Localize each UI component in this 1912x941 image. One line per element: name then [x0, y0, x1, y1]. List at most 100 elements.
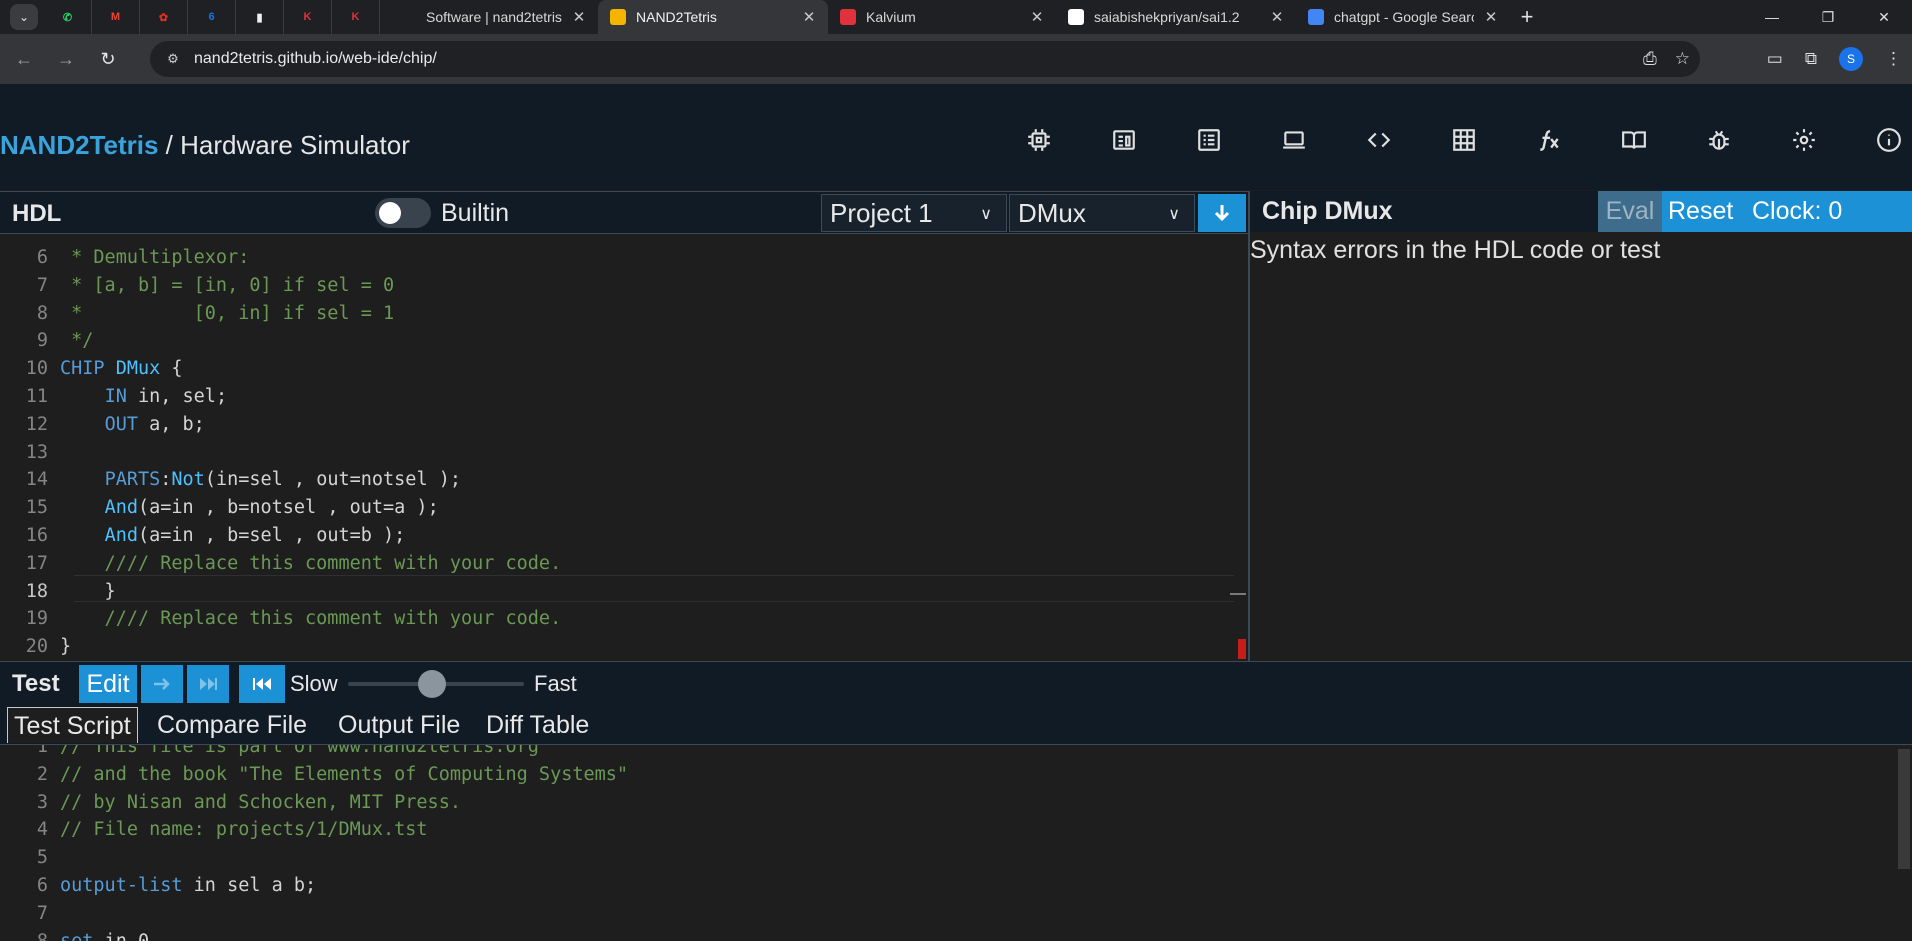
- url-text[interactable]: nand2tetris.github.io/web-ide/chip/: [194, 50, 437, 68]
- grid-tool-button[interactable]: [1421, 120, 1506, 160]
- brand-link[interactable]: NAND2Tetris: [0, 130, 158, 160]
- line-number: 10: [25, 358, 48, 380]
- close-tab-icon[interactable]: ✕: [1028, 8, 1046, 26]
- minimize-icon[interactable]: —: [1744, 0, 1800, 34]
- edit-button[interactable]: Edit: [79, 665, 137, 703]
- code-token: // by Nisan and Schocken, MIT Press.: [60, 791, 461, 813]
- browser-tab-title: NAND2Tetris: [636, 9, 717, 25]
- new-tab-button[interactable]: +: [1510, 4, 1544, 30]
- function-tool-button[interactable]: [1506, 120, 1591, 160]
- site-settings-icon[interactable]: ⚙: [158, 51, 188, 67]
- code-line: 6 * Demultiplexor:: [0, 244, 1248, 271]
- chip-select[interactable]: DMux ∨: [1009, 194, 1195, 232]
- code-line: 8 * [0, in] if sel = 1: [0, 300, 1248, 327]
- list-tool-button[interactable]: [1166, 120, 1251, 160]
- code-tool-button[interactable]: [1336, 120, 1421, 160]
- extensions-icon[interactable]: ⧉: [1805, 49, 1817, 69]
- tab-search-button[interactable]: ⌄: [10, 4, 38, 30]
- pinned-tab[interactable]: K: [284, 0, 332, 34]
- code-token: * Demultiplexor:: [60, 247, 250, 268]
- tab-test-script[interactable]: Test Script: [7, 707, 138, 743]
- profile-avatar[interactable]: S: [1839, 47, 1863, 71]
- hdl-editor[interactable]: 6 * Demultiplexor: 7 * [a, b] = [in, 0] i…: [0, 244, 1248, 659]
- line-number: 15: [25, 497, 48, 519]
- forward-button[interactable]: →: [48, 41, 84, 77]
- chevron-down-icon: ∨: [1168, 206, 1180, 223]
- reset-test-button[interactable]: [239, 665, 285, 703]
- code-line: 15 And(a=in , b=notsel , out=a );: [0, 494, 1248, 521]
- pinned-tab[interactable]: ✿: [140, 0, 188, 34]
- builtin-toggle[interactable]: [375, 198, 431, 228]
- kalvium-icon: K: [303, 11, 312, 23]
- step-button[interactable]: [141, 665, 183, 703]
- restore-icon[interactable]: ❐: [1800, 0, 1856, 34]
- close-tab-icon[interactable]: ✕: [1482, 8, 1500, 26]
- laptop-tool-button[interactable]: [1251, 120, 1336, 160]
- project-select[interactable]: Project 1 ∨: [821, 194, 1007, 232]
- test-editor-scrollbar[interactable]: [1898, 749, 1910, 869]
- page-name: Hardware Simulator: [180, 130, 410, 160]
- url-box[interactable]: ⚙ nand2tetris.github.io/web-ide/chip/ ⎙ …: [150, 41, 1700, 77]
- chevron-down-icon: ⌄: [18, 10, 30, 24]
- cpu-tool-button[interactable]: [1081, 120, 1166, 160]
- line-number: 5: [36, 847, 48, 869]
- line-number: 17: [25, 552, 48, 574]
- pinned-tab[interactable]: ▮: [236, 0, 284, 34]
- close-tab-icon[interactable]: ✕: [800, 8, 818, 26]
- back-button[interactable]: ←: [6, 41, 42, 77]
- reload-button[interactable]: ↻: [90, 41, 126, 77]
- browser-tab[interactable]: NAND2Tetris ✕: [598, 0, 828, 34]
- browser-tab[interactable]: Software | nand2tetris ✕: [388, 0, 598, 34]
- speed-slider-thumb[interactable]: [418, 670, 447, 698]
- test-script-editor[interactable]: 1 // This file is part of www.nand2tetris…: [0, 745, 1912, 941]
- tab-output-file[interactable]: Output File: [332, 707, 466, 743]
- book-tool-button[interactable]: [1591, 120, 1676, 160]
- tab-compare-file[interactable]: Compare File: [151, 707, 313, 743]
- browser-tab[interactable]: Kalvium ✕: [828, 0, 1056, 34]
- code-token: (a=in , b=sel , out=b );: [137, 525, 406, 546]
- close-tab-icon[interactable]: ✕: [1268, 8, 1286, 26]
- line-number: 7: [36, 902, 48, 924]
- bookmark-star-icon[interactable]: ☆: [1675, 49, 1690, 69]
- code-icon: [1367, 132, 1390, 148]
- chip-tool-button[interactable]: [996, 120, 1081, 160]
- code-token: Not: [171, 469, 205, 491]
- favicon-icon: [400, 9, 416, 25]
- settings-tool-button[interactable]: [1761, 120, 1846, 160]
- line-number: 16: [25, 525, 48, 546]
- info-tool-button[interactable]: [1846, 120, 1912, 160]
- close-icon[interactable]: ✕: [1856, 0, 1912, 34]
- more-menu-icon[interactable]: ⋮: [1885, 49, 1902, 69]
- pinned-tab[interactable]: K: [332, 0, 380, 34]
- eval-button[interactable]: Eval: [1598, 191, 1662, 232]
- code-token: }: [60, 636, 72, 658]
- cast-icon[interactable]: ▭: [1767, 49, 1783, 69]
- download-button[interactable]: [1198, 194, 1246, 232]
- close-tab-icon[interactable]: ✕: [570, 8, 588, 26]
- line-number: 12: [25, 413, 48, 435]
- pinned-tab[interactable]: 6: [188, 0, 236, 34]
- pinned-tab[interactable]: M: [92, 0, 140, 34]
- line-number: 11: [25, 386, 48, 407]
- reset-button[interactable]: Reset: [1668, 191, 1733, 232]
- fast-label: Fast: [534, 671, 577, 696]
- tab-strip: Software | nand2tetris ✕ NAND2Tetris ✕ Kalvi…: [388, 0, 1510, 34]
- install-app-icon[interactable]: ⎙: [1643, 49, 1657, 69]
- code-line: 10 CHIP DMux {: [0, 355, 1248, 382]
- line-number: 4: [36, 819, 48, 841]
- code-line: 18 }: [0, 578, 1248, 605]
- code-line: 4 // File name: projects/1/DMux.tst: [0, 816, 1248, 843]
- browser-tab[interactable]: saiabishekpriyan/sai1.2 ✕: [1056, 0, 1296, 34]
- browser-tab[interactable]: chatgpt - Google Search ✕: [1296, 0, 1510, 34]
- speed-slider[interactable]: [348, 670, 524, 698]
- bug-tool-button[interactable]: [1676, 120, 1761, 160]
- fast-forward-button[interactable]: [187, 665, 229, 703]
- pinned-tabs: ✆ M ✿ 6 ▮ K K: [44, 0, 380, 34]
- function-icon: [1539, 130, 1559, 151]
- tab-diff-table[interactable]: Diff Table: [480, 707, 595, 743]
- pinned-tab[interactable]: ✆: [44, 0, 92, 34]
